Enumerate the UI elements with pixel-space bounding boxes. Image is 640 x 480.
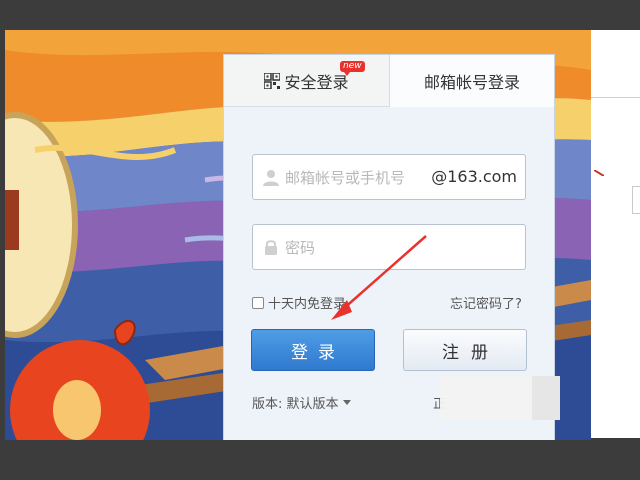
chevron-down-icon (342, 400, 351, 405)
register-button[interactable]: 注册 (403, 329, 527, 371)
username-placeholder: 邮箱帐号或手机号 (285, 169, 406, 187)
background-red-mark (594, 170, 604, 176)
background-divider (591, 97, 640, 98)
lock-icon (262, 238, 280, 256)
remember-checkbox[interactable] (252, 296, 264, 309)
qr-code-icon (263, 71, 282, 90)
background-box (632, 186, 640, 214)
remember-option[interactable]: 十天内免登录 (252, 293, 346, 312)
version-label: 版本: 默认版本 (252, 397, 339, 412)
version-selector[interactable]: 版本: 默认版本 (252, 393, 351, 412)
tab-secure-label: 安全登录 (284, 72, 349, 92)
username-field[interactable]: 邮箱帐号或手机号 @163.com (252, 154, 526, 200)
screen: 安全登录 new 邮箱帐号登录 邮箱帐号或手机号 @163.com 密码 十天内… (0, 0, 640, 480)
user-icon (262, 168, 280, 186)
tab-account-label: 邮箱帐号登录 (423, 73, 520, 92)
password-placeholder: 密码 (285, 239, 316, 257)
new-badge: new (340, 61, 365, 76)
tab-account-login[interactable]: 邮箱帐号登录 (390, 55, 554, 107)
forgot-password-link[interactable]: 忘记密码了? (450, 293, 522, 312)
redacted-area-edge (532, 376, 560, 420)
background-page-strip (591, 30, 640, 438)
remember-label: 十天内免登录 (268, 297, 347, 312)
tab-secure-login[interactable]: 安全登录 new (224, 55, 390, 107)
login-tabs: 安全登录 new 邮箱帐号登录 (224, 55, 554, 107)
domain-suffix: @163.com (431, 167, 517, 186)
login-button[interactable]: 登录 (251, 329, 375, 371)
password-field[interactable]: 密码 (252, 224, 526, 270)
